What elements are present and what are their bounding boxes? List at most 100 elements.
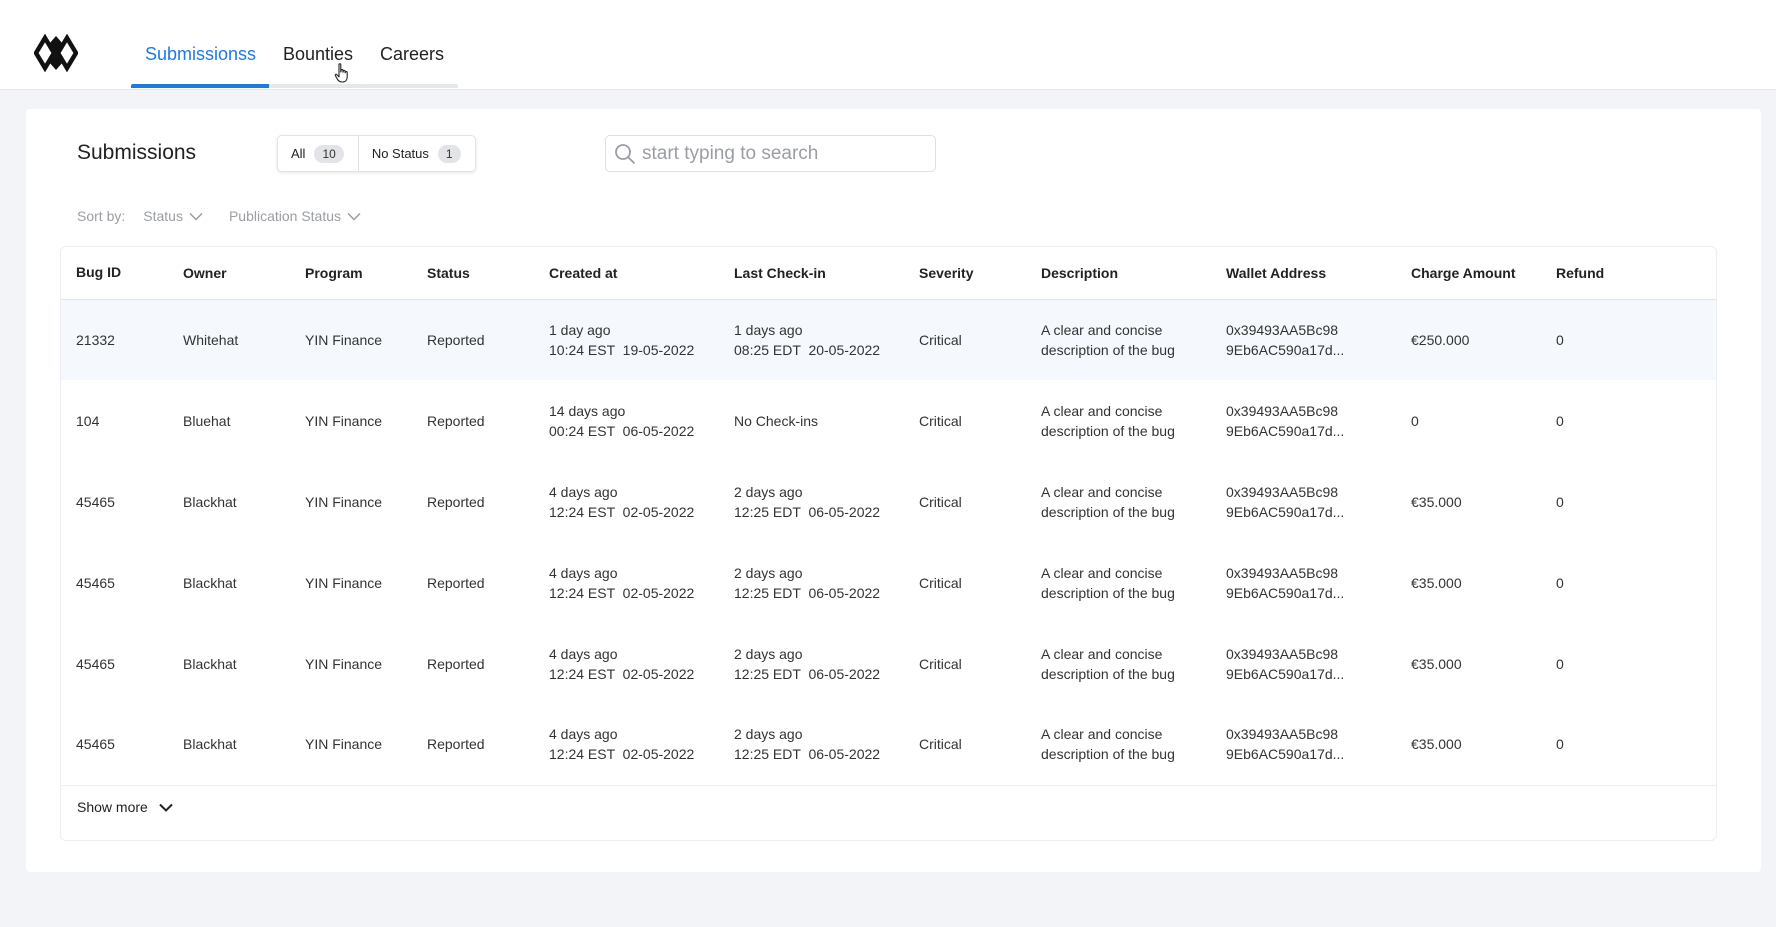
description-line: description of the bug — [1041, 746, 1175, 763]
description-line: A clear and concise — [1041, 321, 1163, 338]
tab-bounties[interactable]: Bounties — [269, 44, 368, 88]
owner-cell: Blackhat — [183, 574, 237, 591]
column-header-program[interactable]: Program — [305, 247, 427, 300]
checkin-relative: 2 days ago — [734, 564, 803, 581]
submissions-card: Submissions All 10 No Status 1 Sort by: … — [26, 109, 1761, 872]
wallet-line: 0x39493AA5Bc98 — [1226, 483, 1339, 500]
severity-cell: Critical — [919, 299, 1041, 380]
checkin-relative: No Check-ins — [734, 412, 819, 429]
description-cell: A clear and concise description of the bu… — [1041, 299, 1226, 380]
sort-status-dropdown[interactable]: Status — [143, 208, 203, 224]
charge-amount-cell: €35.000 — [1411, 493, 1462, 510]
wallet-address-cell: 0x39493AA5Bc98 9Eb6AC590a17d... — [1226, 380, 1411, 461]
column-header-status[interactable]: Status — [427, 247, 549, 300]
logo-icon[interactable] — [34, 34, 78, 72]
created-relative: 4 days ago — [549, 483, 618, 500]
wallet-line: 9Eb6AC590a17d... — [1226, 422, 1345, 439]
sort-bar: Sort by: Status Publication Status — [77, 208, 361, 224]
checkin-timestamp: 12:25 EDT 06-05-2022 — [734, 746, 881, 763]
description-cell: A clear and concise description of the bu… — [1041, 461, 1226, 542]
last-check-in-cell: No Check-ins — [734, 380, 919, 461]
table-row[interactable]: 45465 Blackhat YIN Finance Reported 4 da… — [61, 704, 1716, 786]
filter-label: No Status — [371, 146, 429, 161]
table-row[interactable]: 45465 Blackhat YIN Finance Reported 4 da… — [61, 542, 1716, 623]
filter-no-status-button[interactable]: No Status 1 — [357, 136, 475, 171]
created-timestamp: 00:24 EST 06-05-2022 — [549, 422, 695, 439]
column-header-wallet-address[interactable]: Wallet Address — [1226, 247, 1411, 300]
filter-all-button[interactable]: All 10 — [278, 136, 358, 171]
severity-cell: Critical — [919, 704, 1041, 786]
tab-submissions[interactable]: Submissionss — [131, 44, 271, 88]
description-line: A clear and concise — [1041, 564, 1163, 581]
column-header-created-at[interactable]: Created at — [549, 247, 734, 300]
submissions-table-container: Bug ID Owner Program Status Created at L… — [60, 246, 1717, 841]
active-tab-indicator — [131, 84, 271, 88]
bug-id-cell: 21332 — [61, 299, 183, 380]
tab-label: Careers — [380, 44, 445, 64]
severity-cell: Critical — [919, 412, 962, 429]
tab-label: Bounties — [283, 44, 354, 64]
column-header-refund[interactable]: Refund — [1556, 247, 1716, 300]
created-at-cell: 4 days ago 12:24 EST 02-05-2022 — [549, 542, 734, 623]
chevron-down-icon — [189, 212, 203, 221]
owner-cell: Blackhat — [183, 493, 237, 510]
chevron-down-icon — [159, 803, 173, 812]
refund-cell: 0 — [1556, 655, 1564, 672]
description-line: A clear and concise — [1041, 645, 1163, 662]
wallet-line: 9Eb6AC590a17d... — [1226, 665, 1345, 682]
table-row[interactable]: 104 Bluehat YIN Finance Reported 14 days… — [61, 380, 1716, 461]
status-cell: Reported — [427, 574, 485, 591]
bug-id-cell: 45465 — [61, 704, 183, 786]
program-cell: YIN Finance — [305, 655, 383, 672]
sort-publication-status-dropdown[interactable]: Publication Status — [229, 208, 361, 224]
search-input[interactable] — [642, 142, 922, 165]
show-more-button[interactable]: Show more — [77, 799, 173, 815]
column-header-bug-id[interactable]: Bug ID — [61, 247, 183, 300]
sort-by-label: Sort by: — [77, 208, 126, 224]
show-more-label: Show more — [77, 799, 148, 815]
refund-cell: 0 — [1556, 574, 1564, 591]
charge-amount-cell: €250.000 — [1411, 299, 1556, 380]
status-cell: Reported — [427, 299, 549, 380]
column-header-last-check-in[interactable]: Last Check-in — [734, 247, 919, 300]
wallet-line: 0x39493AA5Bc98 — [1226, 402, 1339, 419]
checkin-relative: 2 days ago — [734, 483, 803, 500]
tab-careers[interactable]: Careers — [366, 44, 459, 88]
wallet-address-cell: 0x39493AA5Bc98 9Eb6AC590a17d... — [1226, 623, 1411, 704]
table-row[interactable]: 45465 Blackhat YIN Finance Reported 4 da… — [61, 623, 1716, 704]
checkin-timestamp: 12:25 EDT 06-05-2022 — [734, 584, 881, 601]
wallet-line: 9Eb6AC590a17d... — [1226, 584, 1345, 601]
wallet-line: 0x39493AA5Bc98 — [1226, 645, 1339, 662]
chevron-down-icon — [347, 212, 361, 221]
column-header-description[interactable]: Description — [1041, 247, 1226, 300]
status-cell: Reported — [427, 493, 485, 510]
created-at-cell: 4 days ago 12:24 EST 02-05-2022 — [549, 704, 734, 786]
last-check-in-cell: 1 days ago 08:25 EDT 20-05-2022 — [734, 299, 919, 380]
refund-cell: 0 — [1556, 299, 1716, 380]
created-timestamp: 12:24 EST 02-05-2022 — [549, 584, 695, 601]
created-timestamp: 12:24 EST 02-05-2022 — [549, 746, 695, 763]
last-check-in-cell: 2 days ago 12:25 EDT 06-05-2022 — [734, 623, 919, 704]
wallet-line: 9Eb6AC590a17d... — [1226, 341, 1345, 358]
sort-option-label: Status — [143, 208, 183, 224]
last-check-in-cell: 2 days ago 12:25 EDT 06-05-2022 — [734, 542, 919, 623]
created-relative: 14 days ago — [549, 402, 626, 419]
column-header-charge-amount[interactable]: Charge Amount — [1411, 247, 1556, 300]
tab-indicator — [269, 84, 368, 88]
wallet-address-cell: 0x39493AA5Bc98 9Eb6AC590a17d... — [1226, 461, 1411, 542]
description-line: A clear and concise — [1041, 726, 1163, 743]
count-badge: 1 — [437, 144, 461, 163]
last-check-in-cell: 2 days ago 12:25 EDT 06-05-2022 — [734, 704, 919, 786]
column-header-severity[interactable]: Severity — [919, 247, 1041, 300]
table-row[interactable]: 21332 Whitehat YIN Finance Reported 1 da… — [61, 299, 1716, 380]
wallet-line: 0x39493AA5Bc98 — [1226, 321, 1339, 338]
description-line: description of the bug — [1041, 341, 1175, 358]
wallet-line: 0x39493AA5Bc98 — [1226, 564, 1339, 581]
description-line: A clear and concise — [1041, 483, 1163, 500]
wallet-address-cell: 0x39493AA5Bc98 9Eb6AC590a17d... — [1226, 542, 1411, 623]
table-row[interactable]: 45465 Blackhat YIN Finance Reported 4 da… — [61, 461, 1716, 542]
column-header-owner[interactable]: Owner — [183, 247, 305, 300]
program-cell: YIN Finance — [305, 704, 427, 786]
created-relative: 1 day ago — [549, 321, 611, 338]
description-line: description of the bug — [1041, 584, 1175, 601]
